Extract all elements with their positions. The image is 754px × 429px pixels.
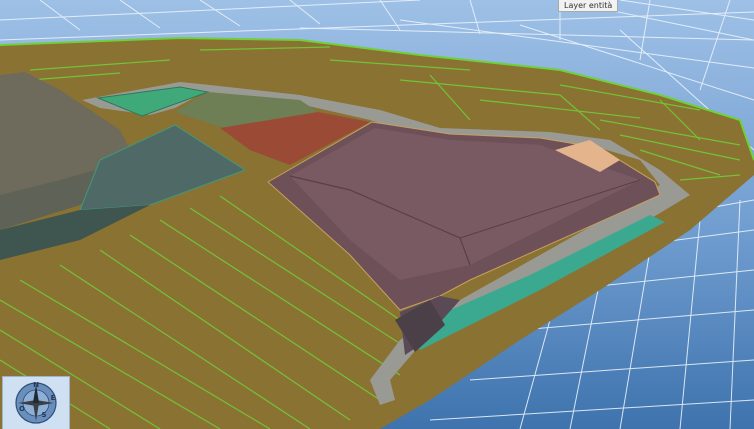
compass-north: N	[33, 381, 39, 389]
compass-east: E	[50, 394, 56, 402]
compass-south: S	[41, 411, 47, 419]
compass-widget[interactable]: N E S O	[2, 376, 70, 429]
compass-west: O	[19, 405, 25, 413]
3d-viewport[interactable]: Layer entità N E S O	[0, 0, 754, 429]
tooltip: Layer entità	[558, 0, 619, 12]
terrain-scene[interactable]	[0, 0, 754, 429]
